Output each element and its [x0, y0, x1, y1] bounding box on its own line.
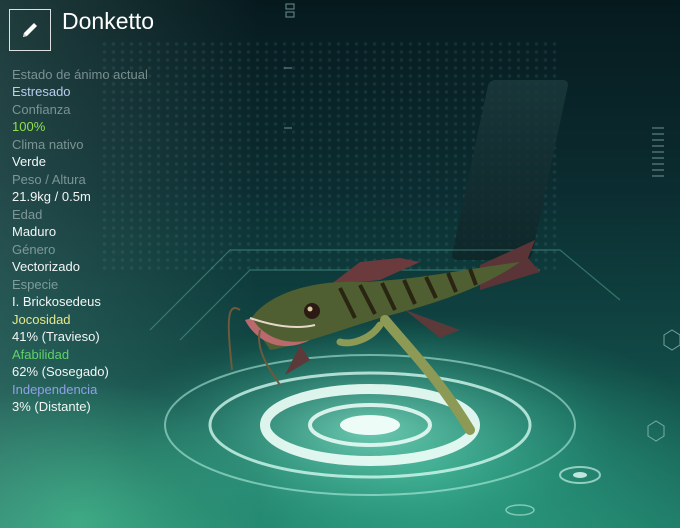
stat-label: Confianza: [12, 102, 71, 117]
stat-label: Especie: [12, 277, 59, 292]
stat-label: Peso / Altura: [12, 172, 86, 187]
stat-label: Género: [12, 242, 56, 257]
stat-label: Estado de ánimo actual: [12, 67, 148, 82]
stat-value: Vectorizado: [12, 259, 80, 274]
pencil-icon: [23, 23, 37, 37]
stat-weight-height: Peso / Altura 21.9kg / 0.5m: [12, 171, 232, 206]
stat-value: 100%: [12, 119, 46, 134]
stat-climate: Clima nativo Verde: [12, 136, 232, 171]
stat-playfulness: Jocosidad 41% (Travieso): [12, 311, 232, 346]
stat-value: 3% (Distante): [12, 399, 91, 414]
stat-independence: Independencia 3% (Distante): [12, 381, 232, 416]
stat-label: Clima nativo: [12, 137, 84, 152]
stat-label: Afabilidad: [12, 347, 70, 362]
stat-friendliness: Afabilidad 62% (Sosegado): [12, 346, 232, 381]
stat-value: Verde: [12, 154, 46, 169]
stat-label: Jocosidad: [12, 312, 71, 327]
edit-name-button[interactable]: [9, 9, 51, 51]
stat-age: Edad Maduro: [12, 206, 232, 241]
stat-value: Maduro: [12, 224, 57, 239]
stat-label: Edad: [12, 207, 43, 222]
stat-value: I. Brickosedeus: [12, 294, 101, 309]
creature-stats-panel: Estado de ánimo actual Estresado Confian…: [12, 66, 232, 416]
stat-mood: Estado de ánimo actual Estresado: [12, 66, 232, 101]
stat-trust: Confianza 100%: [12, 101, 232, 136]
stat-value: Estresado: [12, 84, 71, 99]
stat-value: 41% (Travieso): [12, 329, 100, 344]
stat-value: 62% (Sosegado): [12, 364, 109, 379]
stat-species: Especie I. Brickosedeus: [12, 276, 232, 311]
stat-value: 21.9kg / 0.5m: [12, 189, 91, 204]
stat-label: Independencia: [12, 382, 98, 397]
creature-name: Donketto: [62, 8, 155, 34]
stat-gender: Género Vectorizado: [12, 241, 232, 276]
